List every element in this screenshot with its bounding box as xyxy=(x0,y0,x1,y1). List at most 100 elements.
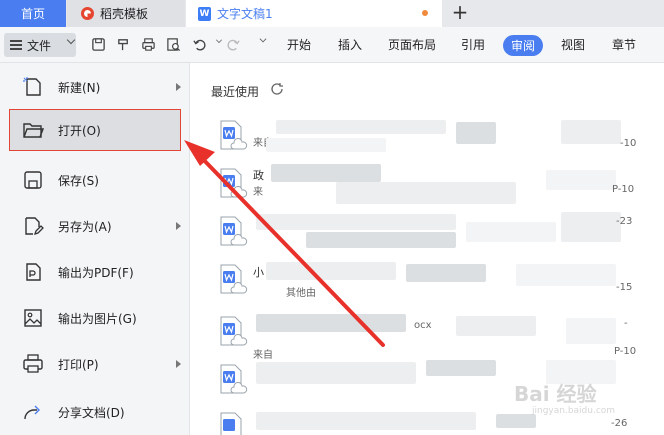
tab-home[interactable]: 首页 xyxy=(0,0,66,27)
file-menu-panel: 新建(N) 打开(O) 保存(S) 另存为(A) 输出为PDF(F) 输出为图片… xyxy=(0,63,190,435)
cloud-sync-icon xyxy=(230,382,248,394)
tab-page-layout[interactable]: 页面布局 xyxy=(388,36,436,53)
file-name-fragment: 政 xyxy=(253,169,264,182)
save-as-icon xyxy=(25,217,44,236)
watermark-sub-text: jingyan.baidu.com xyxy=(532,406,616,416)
recent-file-row[interactable]: -23 xyxy=(216,212,664,258)
cloud-sync-icon xyxy=(230,234,248,246)
redacted-block xyxy=(336,182,516,204)
menu-item-print[interactable]: 打印(P) xyxy=(0,343,190,385)
file-name-fragment: ocx xyxy=(414,320,432,331)
format-painter-icon[interactable] xyxy=(116,37,131,52)
file-date-fragment: P-10 xyxy=(612,184,635,195)
menu-item-save-as[interactable]: 另存为(A) xyxy=(0,205,190,247)
tab-view[interactable]: 视图 xyxy=(561,36,585,53)
file-meta-fragment: 来 xyxy=(253,187,263,198)
save-quick-icon[interactable] xyxy=(91,37,106,52)
redacted-file-name xyxy=(266,262,396,280)
new-document-icon xyxy=(23,77,41,96)
redacted-block xyxy=(406,264,486,282)
recent-file-row[interactable]: 小 其他由 -15 xyxy=(216,260,664,306)
redacted-block xyxy=(456,316,536,336)
tab-templates-label: 稻壳模板 xyxy=(100,7,149,21)
file-date-fragment: - xyxy=(624,318,628,329)
tab-home-ribbon[interactable]: 开始 xyxy=(287,36,311,53)
redacted-block xyxy=(466,222,556,242)
tab-bar: 首页 稻壳模板 W 文字文稿1 + xyxy=(0,0,664,27)
export-pdf-icon xyxy=(26,263,41,281)
hamburger-icon xyxy=(10,40,22,50)
printer-icon xyxy=(23,354,43,373)
refresh-icon[interactable] xyxy=(270,82,284,96)
menu-item-save-label: 保存(S) xyxy=(58,173,99,188)
menu-item-new-label: 新建(N) xyxy=(58,80,101,95)
redacted-file-name xyxy=(256,314,406,332)
docer-logo-icon xyxy=(81,7,94,20)
redo-icon[interactable] xyxy=(226,37,241,52)
redacted-file-meta xyxy=(266,138,386,152)
redacted-block xyxy=(561,120,621,144)
export-image-icon xyxy=(24,309,42,327)
tab-review[interactable]: 审阅 xyxy=(503,35,544,56)
word-file-icon xyxy=(220,412,242,435)
redacted-file-name xyxy=(271,164,381,182)
tab-chapter[interactable]: 章节 xyxy=(612,36,636,53)
file-date-fragment: -23 xyxy=(616,216,633,227)
menu-item-export-pdf-label: 输出为PDF(F) xyxy=(58,265,134,280)
recent-files-title: 最近使用 xyxy=(211,85,260,99)
cloud-sync-icon xyxy=(230,186,248,198)
menu-item-export-image[interactable]: 输出为图片(G) xyxy=(0,297,190,339)
submenu-arrow-icon xyxy=(176,360,181,368)
recent-file-row[interactable]: 政 来 P-10 xyxy=(216,164,664,210)
menu-item-save[interactable]: 保存(S) xyxy=(0,159,190,201)
more-quick-tools-chevron-icon[interactable] xyxy=(259,35,267,43)
menu-item-open[interactable]: 打开(O) xyxy=(9,109,181,151)
watermark-text: Bai 经验 xyxy=(514,382,597,406)
menu-item-open-label: 打开(O) xyxy=(58,123,101,138)
cloud-sync-icon xyxy=(230,334,248,346)
file-menu-button[interactable]: 文件 xyxy=(4,33,76,57)
undo-icon[interactable] xyxy=(192,37,207,52)
tab-templates[interactable]: 稻壳模板 xyxy=(67,0,185,27)
file-meta-fragment: 来自 xyxy=(253,350,273,361)
menu-item-share[interactable]: 分享文档(D) xyxy=(0,391,190,433)
recent-file-row[interactable]: 来自 -10 xyxy=(216,116,664,162)
submenu-arrow-icon xyxy=(176,222,181,230)
redacted-block xyxy=(566,318,616,344)
file-date-fragment: P-10 xyxy=(614,346,637,357)
file-meta-fragment: 其他由 xyxy=(286,288,316,299)
baidu-jingyan-watermark: Bai 经验 jingyan.baidu.com xyxy=(510,376,660,426)
redacted-file-name xyxy=(276,120,446,134)
tab-insert[interactable]: 插入 xyxy=(338,36,362,53)
menu-item-export-image-label: 输出为图片(G) xyxy=(58,311,137,326)
tab-document[interactable]: W 文字文稿1 xyxy=(186,0,442,27)
tab-document-label: 文字文稿1 xyxy=(217,7,273,21)
tab-home-label: 首页 xyxy=(20,7,45,21)
menu-item-export-pdf[interactable]: 输出为PDF(F) xyxy=(0,251,190,293)
redacted-block xyxy=(456,122,496,144)
print-quick-icon[interactable] xyxy=(141,37,156,52)
submenu-arrow-icon xyxy=(176,83,181,91)
cloud-sync-icon xyxy=(230,138,248,150)
file-date-fragment: -10 xyxy=(620,138,637,149)
unsaved-dot-icon xyxy=(422,10,428,16)
recent-file-row[interactable]: ocx - xyxy=(216,312,664,358)
redacted-block xyxy=(426,360,496,376)
file-name-fragment: 小 xyxy=(253,266,264,279)
cloud-sync-icon xyxy=(230,282,248,294)
redacted-file-name xyxy=(256,214,456,230)
word-doc-icon: W xyxy=(198,6,211,21)
menu-item-print-label: 打印(P) xyxy=(58,357,99,372)
new-tab-plus-icon[interactable]: + xyxy=(450,0,470,27)
file-menu-label: 文件 xyxy=(27,38,52,53)
redacted-block xyxy=(516,264,616,286)
share-icon xyxy=(24,405,40,420)
menu-item-save-as-label: 另存为(A) xyxy=(58,219,112,234)
tab-references[interactable]: 引用 xyxy=(461,36,485,53)
undo-dropdown-chevron-icon[interactable] xyxy=(216,37,222,43)
redacted-file-name xyxy=(256,412,476,430)
save-icon xyxy=(24,171,42,189)
menu-item-share-label: 分享文档(D) xyxy=(58,405,125,420)
print-preview-icon[interactable] xyxy=(166,37,181,52)
menu-item-new[interactable]: 新建(N) xyxy=(0,66,190,108)
